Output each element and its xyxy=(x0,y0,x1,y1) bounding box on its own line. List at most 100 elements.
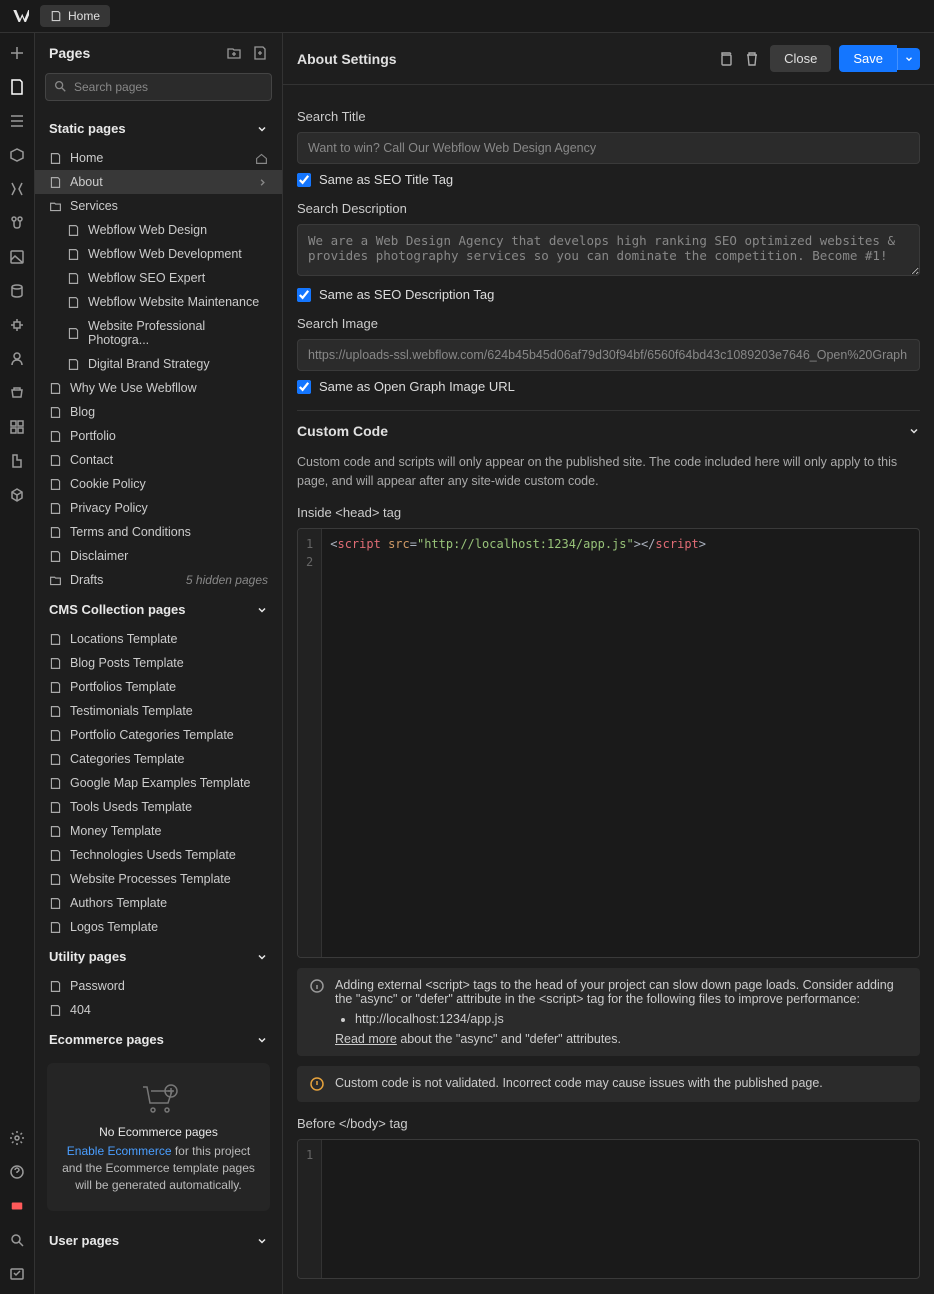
section-static[interactable]: Static pages xyxy=(35,111,282,146)
same-image-check[interactable]: Same as Open Graph Image URL xyxy=(297,379,920,394)
page-item[interactable]: Webflow Web Development xyxy=(35,242,282,266)
help-icon[interactable] xyxy=(7,1162,27,1182)
page-label: Categories Template xyxy=(70,752,184,766)
page-item[interactable]: Authors Template xyxy=(35,891,282,915)
page-icon xyxy=(49,897,62,910)
page-item[interactable]: Digital Brand Strategy xyxy=(35,352,282,376)
page-item[interactable]: Website Professional Photogra... xyxy=(35,314,282,352)
copy-icon[interactable] xyxy=(718,51,734,67)
page-item[interactable]: Contact xyxy=(35,448,282,472)
users-icon[interactable] xyxy=(7,349,27,369)
webflow-logo[interactable] xyxy=(8,4,32,28)
cms-icon[interactable] xyxy=(7,281,27,301)
cart-plus-icon xyxy=(59,1081,258,1117)
page-icon xyxy=(49,801,62,814)
page-item[interactable]: Technologies Useds Template xyxy=(35,843,282,867)
page-item[interactable]: Webflow Website Maintenance xyxy=(35,290,282,314)
page-icon xyxy=(67,224,80,237)
page-item[interactable]: Categories Template xyxy=(35,747,282,771)
ecommerce-icon[interactable] xyxy=(7,383,27,403)
page-item[interactable]: Portfolio Categories Template xyxy=(35,723,282,747)
save-dropdown[interactable] xyxy=(897,48,920,70)
page-item[interactable]: Portfolios Template xyxy=(35,675,282,699)
section-ecommerce[interactable]: Ecommerce pages xyxy=(35,1022,282,1057)
body-code-editor[interactable]: 1 xyxy=(297,1139,920,1279)
page-label: Logos Template xyxy=(70,920,158,934)
page-item[interactable]: 404 xyxy=(35,998,282,1022)
variables-icon[interactable] xyxy=(7,179,27,199)
page-icon xyxy=(49,980,62,993)
breadcrumb-label: Home xyxy=(68,9,100,23)
page-item[interactable]: Home xyxy=(35,146,282,170)
components-icon[interactable] xyxy=(7,145,27,165)
page-item[interactable]: Webflow SEO Expert xyxy=(35,266,282,290)
page-icon xyxy=(49,633,62,646)
delete-icon[interactable] xyxy=(744,51,760,67)
breadcrumb-home[interactable]: Home xyxy=(40,5,110,27)
page-icon xyxy=(49,825,62,838)
apps-icon[interactable] xyxy=(7,417,27,437)
chevron-down-icon xyxy=(256,123,268,135)
page-icon xyxy=(49,729,62,742)
custom-code-section[interactable]: Custom Code xyxy=(297,410,920,445)
finsweet-icon[interactable] xyxy=(7,451,27,471)
page-item[interactable]: Tools Useds Template xyxy=(35,795,282,819)
same-desc-check[interactable]: Same as SEO Description Tag xyxy=(297,287,920,302)
section-cms[interactable]: CMS Collection pages xyxy=(35,592,282,627)
page-item[interactable]: Cookie Policy xyxy=(35,472,282,496)
page-label: Home xyxy=(70,151,103,165)
search-title-input xyxy=(297,132,920,164)
head-code-label: Inside <head> tag xyxy=(297,505,920,520)
page-item[interactable]: Disclaimer xyxy=(35,544,282,568)
page-label: Blog xyxy=(70,405,95,419)
page-item[interactable]: Drafts5 hidden pages xyxy=(35,568,282,592)
page-label: Tools Useds Template xyxy=(70,800,192,814)
audit-icon[interactable] xyxy=(7,1264,27,1284)
new-page-icon[interactable] xyxy=(252,45,268,61)
section-user[interactable]: User pages xyxy=(35,1223,282,1258)
page-item[interactable]: Privacy Policy xyxy=(35,496,282,520)
folder-icon xyxy=(49,574,62,587)
page-item[interactable]: Website Processes Template xyxy=(35,867,282,891)
page-icon xyxy=(49,454,62,467)
head-code-editor[interactable]: 12 <script src="http://localhost:1234/ap… xyxy=(297,528,920,958)
page-item[interactable]: Blog xyxy=(35,400,282,424)
settings-icon[interactable] xyxy=(7,1128,27,1148)
page-item[interactable]: Why We Use Webfllow xyxy=(35,376,282,400)
ecommerce-empty: No Ecommerce pages Enable Ecommerce for … xyxy=(47,1063,270,1211)
new-folder-icon[interactable] xyxy=(226,45,242,61)
page-item[interactable]: Terms and Conditions xyxy=(35,520,282,544)
enable-ecommerce-link[interactable]: Enable Ecommerce xyxy=(67,1144,172,1158)
same-title-check[interactable]: Same as SEO Title Tag xyxy=(297,172,920,187)
section-utility[interactable]: Utility pages xyxy=(35,939,282,974)
save-button[interactable]: Save xyxy=(839,45,897,72)
navigator-icon[interactable] xyxy=(7,111,27,131)
page-label: Services xyxy=(70,199,118,213)
page-item[interactable]: Logos Template xyxy=(35,915,282,939)
page-item[interactable]: Google Map Examples Template xyxy=(35,771,282,795)
add-icon[interactable] xyxy=(7,43,27,63)
search-input[interactable] xyxy=(45,73,272,101)
close-button[interactable]: Close xyxy=(770,45,831,72)
page-label: Webflow Website Maintenance xyxy=(88,295,259,309)
page-item[interactable]: Locations Template xyxy=(35,627,282,651)
page-item[interactable]: Password xyxy=(35,974,282,998)
page-item[interactable]: About xyxy=(35,170,282,194)
page-label: Portfolio Categories Template xyxy=(70,728,234,742)
logic-icon[interactable] xyxy=(7,315,27,335)
search-rail-icon[interactable] xyxy=(7,1230,27,1250)
page-icon xyxy=(49,176,62,189)
page-item[interactable]: Portfolio xyxy=(35,424,282,448)
page-item[interactable]: Services xyxy=(35,194,282,218)
read-more-link[interactable]: Read more xyxy=(335,1032,397,1046)
styles-icon[interactable] xyxy=(7,213,27,233)
cube-icon[interactable] xyxy=(7,485,27,505)
pages-icon[interactable] xyxy=(7,77,27,97)
page-item[interactable]: Blog Posts Template xyxy=(35,651,282,675)
video-icon[interactable] xyxy=(7,1196,27,1216)
assets-icon[interactable] xyxy=(7,247,27,267)
page-icon xyxy=(49,526,62,539)
page-item[interactable]: Money Template xyxy=(35,819,282,843)
page-item[interactable]: Testimonials Template xyxy=(35,699,282,723)
page-item[interactable]: Webflow Web Design xyxy=(35,218,282,242)
